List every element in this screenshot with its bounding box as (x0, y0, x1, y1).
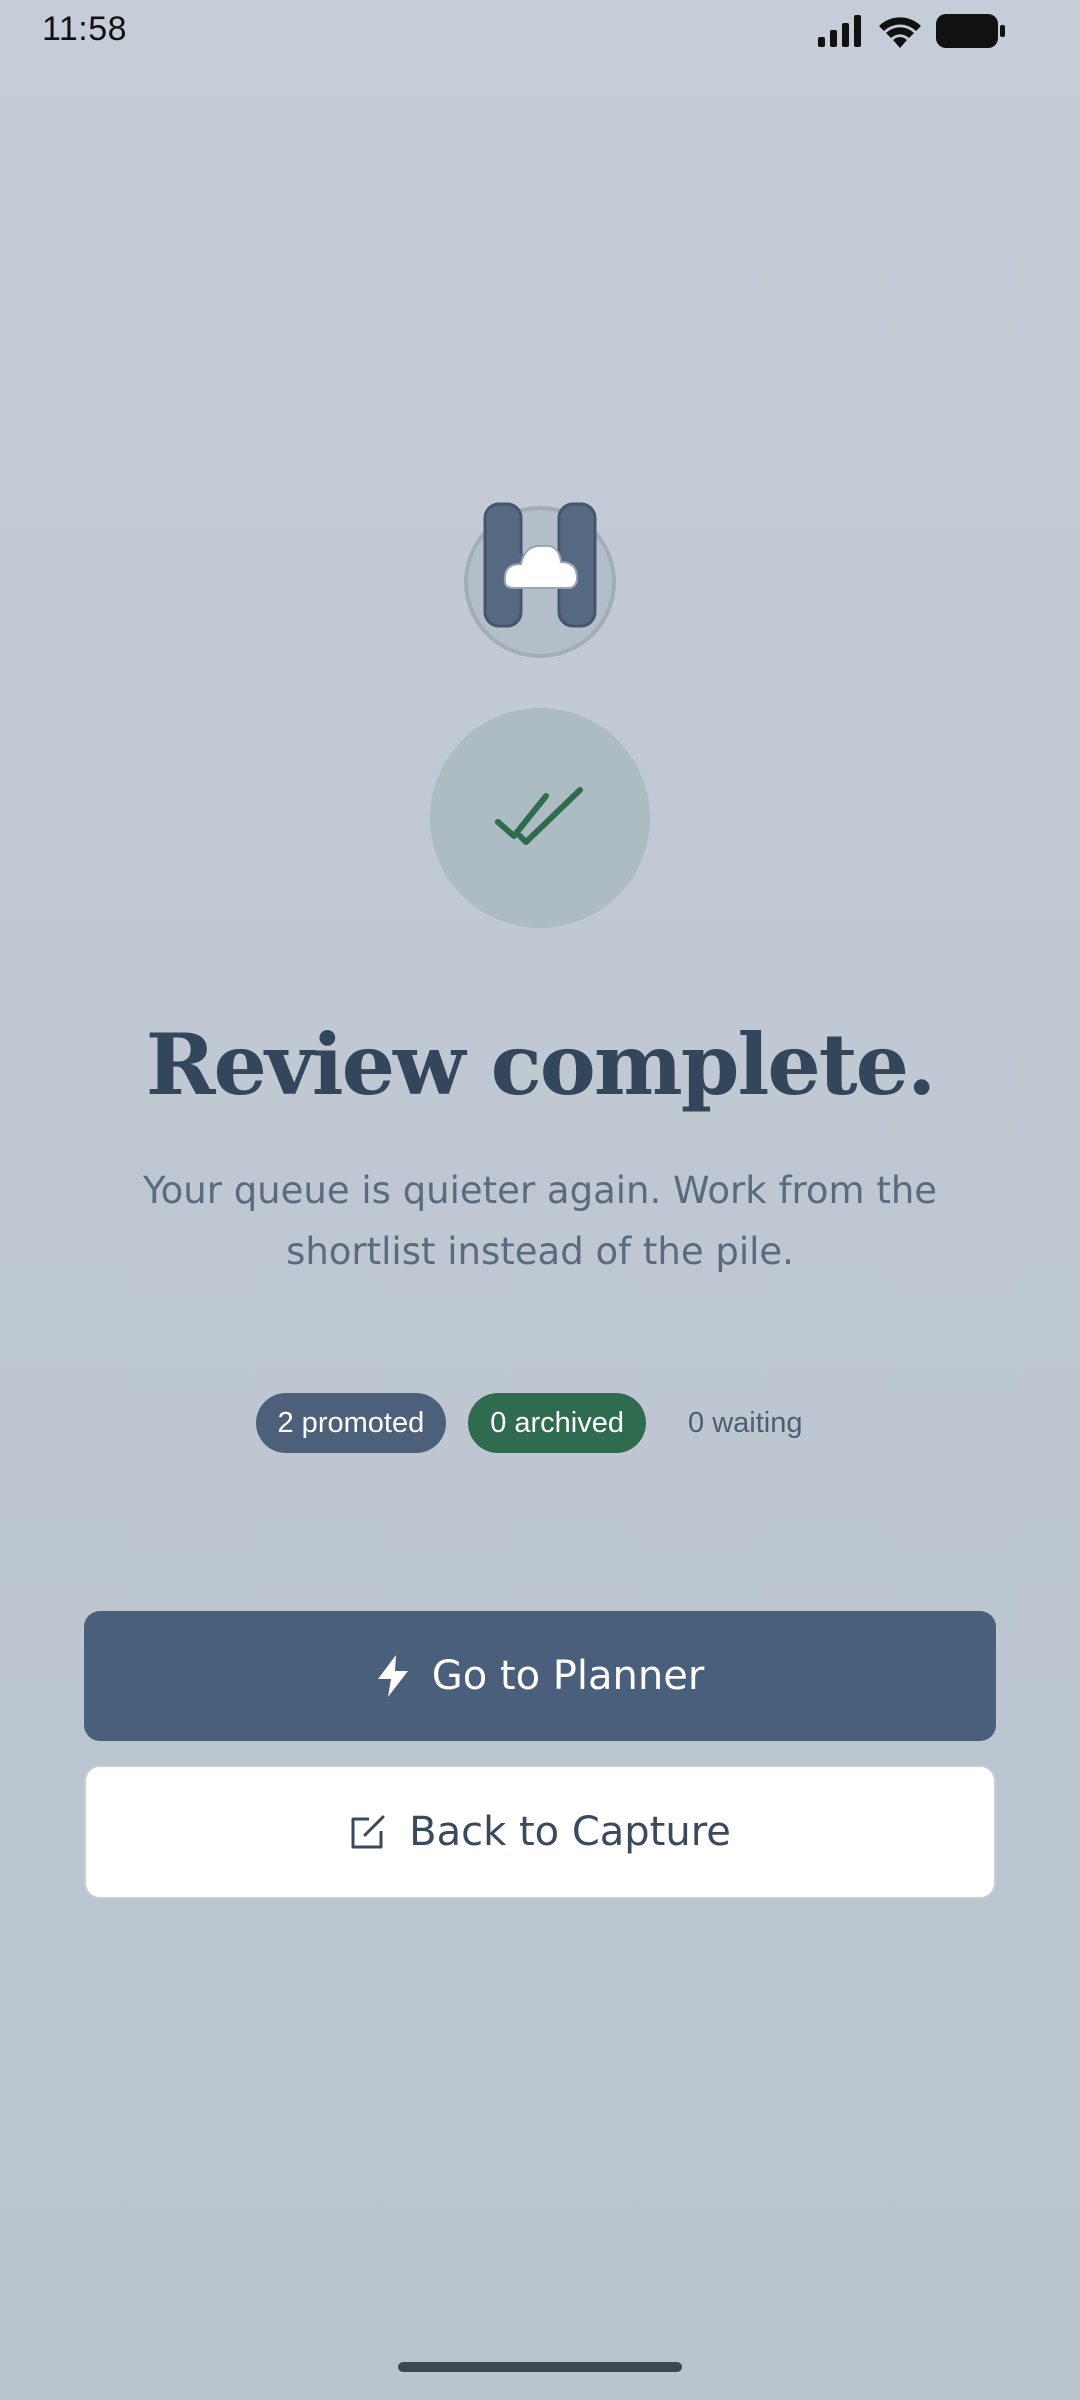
edit-icon (349, 1813, 387, 1851)
back-to-capture-label: Back to Capture (409, 1809, 731, 1855)
bolt-icon (376, 1655, 410, 1697)
page-subtitle: Your queue is quieter again. Work from t… (142, 1169, 938, 1273)
back-to-capture-button[interactable]: Back to Capture (84, 1765, 996, 1899)
waiting-count-label: 0 waiting (688, 1406, 803, 1439)
review-stats: 2 promoted 0 archived 0 waiting (0, 1392, 1080, 1454)
wifi-icon (879, 17, 921, 48)
status-time: 11:58 (42, 10, 128, 48)
promoted-count-badge: 2 promoted (255, 1393, 447, 1453)
status-bar: 11:58 (0, 0, 1080, 60)
battery-icon (936, 14, 1005, 48)
success-badge (430, 708, 650, 928)
double-check-icon (495, 787, 583, 845)
go-to-planner-button[interactable]: Go to Planner (84, 1611, 996, 1741)
cloud-logo-icon (464, 502, 616, 658)
page-title: Review complete. (145, 1015, 937, 1114)
signal-icon (818, 15, 861, 47)
status-icons (818, 12, 1006, 50)
go-to-planner-label: Go to Planner (431, 1653, 705, 1699)
archived-count-badge: 0 archived (468, 1393, 647, 1453)
app-logo (463, 502, 617, 658)
home-indicator[interactable] (398, 2362, 682, 2372)
